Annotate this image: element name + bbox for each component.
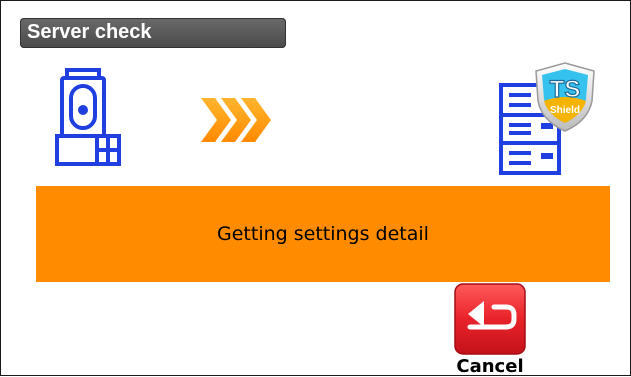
- status-message: Getting settings detail: [217, 223, 429, 245]
- badge-text-main: TS: [550, 76, 581, 103]
- cancel-label: Cancel: [456, 356, 524, 377]
- status-banner: Getting settings detail: [36, 186, 610, 282]
- ts-shield-badge-icon: TS Shield: [532, 61, 598, 133]
- arrows-right-icon: [199, 96, 273, 144]
- return-arrow-icon: [454, 283, 526, 355]
- cancel-button[interactable]: Cancel: [453, 283, 527, 377]
- total-station-icon: [54, 66, 126, 170]
- badge-text-sub: Shield: [550, 105, 580, 116]
- dialog-frame: Server check TS Shield Getting settings …: [0, 0, 631, 377]
- window-title: Server check: [27, 21, 152, 43]
- title-bar: Server check: [20, 18, 286, 48]
